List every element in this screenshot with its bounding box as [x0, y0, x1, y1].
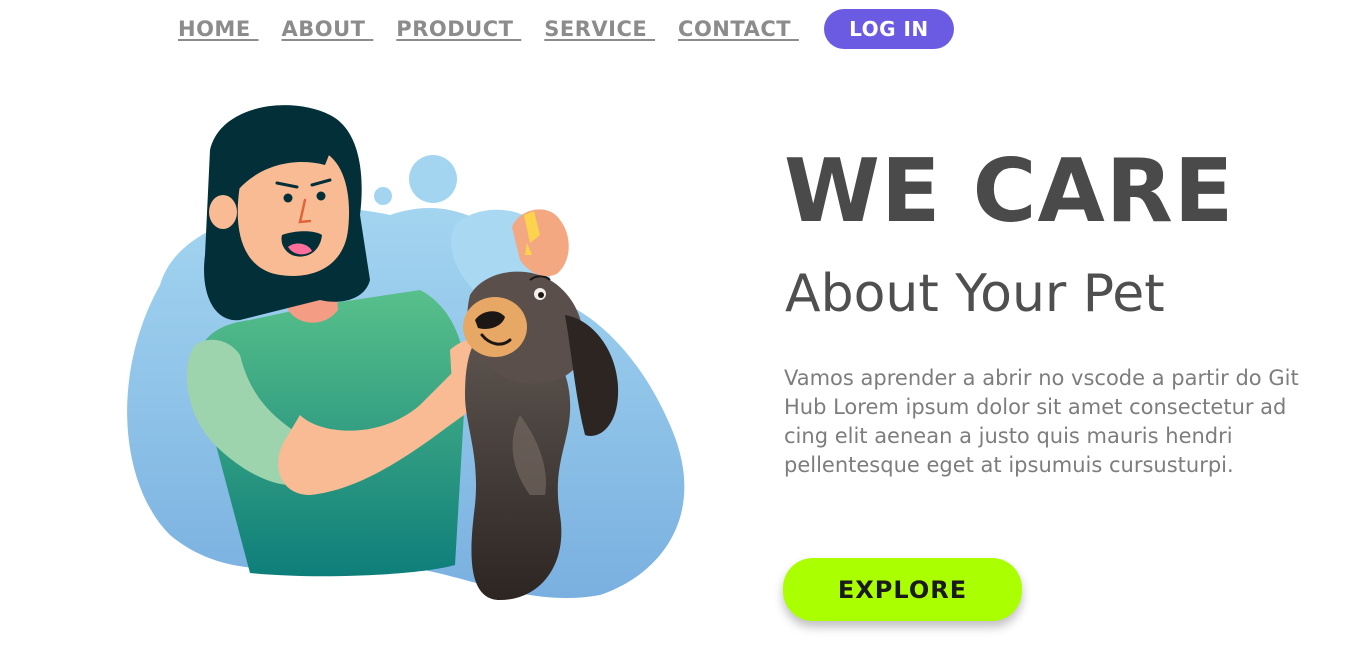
nav-link-product[interactable]: PRODUCT — [396, 17, 521, 41]
nav-link-contact[interactable]: CONTACT — [678, 17, 799, 41]
hero-title: WE CARE — [784, 140, 1235, 242]
nav-link-home[interactable]: HOME — [178, 17, 258, 41]
main-nav: HOME ABOUT PRODUCT SERVICE CONTACT LOG I… — [178, 9, 954, 49]
hero-subtitle: About Your Pet — [785, 264, 1165, 324]
nav-link-service[interactable]: SERVICE — [544, 17, 655, 41]
vet-illustration — [127, 105, 685, 600]
explore-button[interactable]: EXPLORE — [783, 558, 1022, 621]
bubble-large — [409, 155, 457, 203]
login-button[interactable]: LOG IN — [823, 9, 954, 49]
bubble-small — [374, 187, 392, 205]
hero-description: Vamos aprender a abrir no vscode a parti… — [784, 366, 1299, 477]
nav-link-about[interactable]: ABOUT — [281, 17, 373, 41]
